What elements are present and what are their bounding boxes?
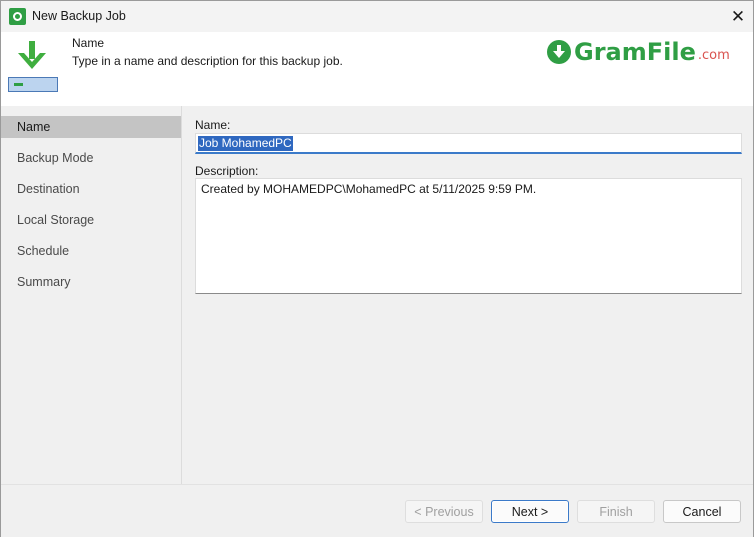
wizard-steps-nav: Name Backup Mode Destination Local Stora… bbox=[1, 106, 182, 484]
veeam-gear-icon bbox=[9, 8, 26, 25]
name-input[interactable]: Job MohamedPC bbox=[195, 133, 742, 154]
wizard-header: Name Type in a name and description for … bbox=[1, 32, 753, 106]
finish-button[interactable]: Finish bbox=[577, 500, 655, 523]
name-input-value: Job MohamedPC bbox=[198, 135, 293, 151]
nav-item-backup-mode[interactable]: Backup Mode bbox=[1, 147, 181, 169]
description-label: Description: bbox=[195, 164, 259, 178]
description-value: Created by MOHAMEDPC\MohamedPC at 5/11/2… bbox=[201, 182, 537, 196]
nav-item-local-storage[interactable]: Local Storage bbox=[1, 209, 181, 231]
title-bar: New Backup Job ✕ bbox=[1, 1, 753, 32]
new-backup-job-window: New Backup Job ✕ Name Type in a name and… bbox=[0, 0, 754, 537]
name-label: Name: bbox=[195, 118, 231, 132]
step-subtitle: Type in a name and description for this … bbox=[72, 54, 343, 68]
nav-item-destination[interactable]: Destination bbox=[1, 178, 181, 200]
close-button[interactable]: ✕ bbox=[723, 1, 753, 32]
nav-item-schedule[interactable]: Schedule bbox=[1, 240, 181, 262]
cancel-button[interactable]: Cancel bbox=[663, 500, 741, 523]
close-icon: ✕ bbox=[730, 6, 746, 26]
progress-bar-icon bbox=[8, 77, 58, 92]
brand-name: GramFile bbox=[574, 38, 696, 66]
brand-tld: .com bbox=[697, 47, 730, 63]
window-title: New Backup Job bbox=[32, 9, 126, 23]
nav-item-name[interactable]: Name bbox=[1, 116, 181, 138]
brand-logo: GramFile .com bbox=[547, 38, 730, 66]
nav-item-summary[interactable]: Summary bbox=[1, 271, 181, 293]
brand-download-icon bbox=[547, 40, 571, 64]
previous-button[interactable]: < Previous bbox=[405, 500, 483, 523]
next-button[interactable]: Next > bbox=[491, 500, 569, 523]
download-arrow-icon bbox=[18, 41, 46, 69]
step-title: Name bbox=[72, 36, 105, 50]
description-textarea[interactable]: Created by MOHAMEDPC\MohamedPC at 5/11/2… bbox=[195, 178, 742, 294]
